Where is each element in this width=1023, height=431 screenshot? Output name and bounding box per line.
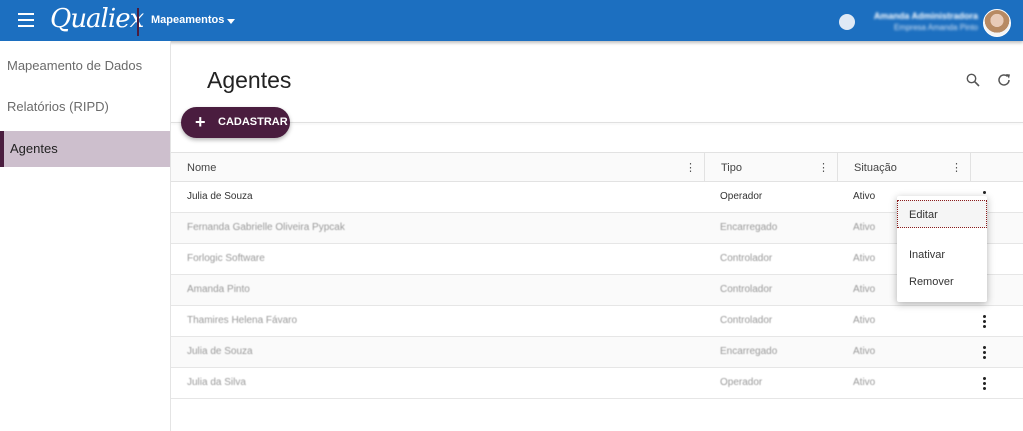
top-bar: Qualiex Mapeamentos Amanda Administrador… bbox=[0, 0, 1023, 41]
cell-status: Ativo bbox=[853, 377, 876, 388]
cell-type: Controlador bbox=[720, 253, 773, 264]
cell-type: Controlador bbox=[720, 315, 773, 326]
column-header-situacao[interactable]: Situação ⋮ bbox=[837, 152, 970, 182]
chevron-down-icon[interactable] bbox=[227, 19, 235, 24]
notification-icon[interactable] bbox=[839, 14, 855, 30]
sidebar-item-relatorios[interactable]: Relatórios (RIPD) bbox=[0, 89, 170, 125]
cell-type: Operador bbox=[720, 191, 763, 202]
table-row[interactable]: Forlogic Software Controlador Ativo bbox=[171, 244, 1023, 275]
cell-name: Forlogic Software bbox=[187, 253, 265, 264]
main-content: Agentes + CADASTRAR Nome ⋮ Tipo ⋮ Situaç… bbox=[171, 41, 1023, 431]
cell-name: Fernanda Gabrielle Oliveira Pypcak bbox=[187, 222, 345, 233]
avatar[interactable] bbox=[983, 9, 1011, 37]
cell-type: Operador bbox=[720, 377, 763, 388]
cell-status: Ativo bbox=[853, 346, 876, 357]
sidebar-item-agentes[interactable]: Agentes bbox=[0, 131, 170, 167]
app-logo[interactable]: Qualiex bbox=[50, 4, 144, 34]
cell-name: Thamires Helena Fávaro bbox=[187, 315, 298, 326]
menu-item-remover[interactable]: Remover bbox=[897, 268, 987, 296]
table-row[interactable]: Amanda Pinto Controlador Ativo bbox=[171, 275, 1023, 306]
table-row[interactable]: Julia de Souza Encarregado Ativo bbox=[171, 337, 1023, 368]
user-company: Empresa Amanda Pinto bbox=[893, 23, 978, 32]
table-row[interactable]: Julia de Souza Operador Ativo bbox=[171, 182, 1023, 213]
add-agent-button[interactable]: + CADASTRAR bbox=[181, 107, 290, 138]
divider bbox=[137, 8, 139, 36]
menu-item-inativar[interactable]: Inativar bbox=[897, 241, 987, 269]
column-header-actions bbox=[970, 152, 1023, 182]
menu-item-editar[interactable]: Editar bbox=[897, 200, 987, 228]
row-context-menu: Editar Inativar Remover bbox=[897, 196, 987, 302]
row-actions-icon[interactable] bbox=[983, 377, 987, 391]
header-divider bbox=[171, 122, 1023, 123]
column-label: Nome bbox=[187, 162, 217, 174]
refresh-icon[interactable] bbox=[997, 73, 1011, 87]
cell-status: Ativo bbox=[853, 315, 876, 326]
page-title: Agentes bbox=[207, 67, 292, 93]
cell-status: Ativo bbox=[853, 222, 876, 233]
table-row[interactable]: Thamires Helena Fávaro Controlador Ativo bbox=[171, 306, 1023, 337]
add-agent-label: CADASTRAR bbox=[218, 116, 288, 128]
column-menu-icon[interactable]: ⋮ bbox=[951, 153, 962, 183]
column-menu-icon[interactable]: ⋮ bbox=[685, 153, 696, 183]
table-row[interactable]: Fernanda Gabrielle Oliveira Pypcak Encar… bbox=[171, 213, 1023, 244]
row-actions-icon[interactable] bbox=[983, 346, 987, 360]
cell-name: Julia da Silva bbox=[187, 377, 246, 388]
plus-icon: + bbox=[195, 112, 206, 132]
cell-status: Ativo bbox=[853, 191, 876, 202]
row-actions-icon[interactable] bbox=[983, 315, 987, 329]
module-selector[interactable]: Mapeamentos bbox=[151, 14, 224, 26]
search-icon[interactable] bbox=[966, 73, 980, 87]
user-name[interactable]: Amanda Administradora bbox=[868, 11, 978, 21]
sidebar-item-mapeamento[interactable]: Mapeamento de Dados bbox=[0, 48, 170, 84]
cell-status: Ativo bbox=[853, 253, 876, 264]
cell-type: Encarregado bbox=[720, 222, 778, 233]
table-row[interactable]: Julia da Silva Operador Ativo bbox=[171, 368, 1023, 399]
cell-status: Ativo bbox=[853, 284, 876, 295]
cell-type: Controlador bbox=[720, 284, 773, 295]
sidebar: Mapeamento de Dados Relatórios (RIPD) Ag… bbox=[0, 41, 171, 431]
menu-icon[interactable] bbox=[18, 13, 34, 27]
column-header-tipo[interactable]: Tipo ⋮ bbox=[704, 152, 837, 182]
column-label: Situação bbox=[854, 162, 897, 174]
column-header-nome[interactable]: Nome ⋮ bbox=[171, 152, 704, 182]
column-label: Tipo bbox=[721, 162, 742, 174]
cell-name: Amanda Pinto bbox=[187, 284, 250, 295]
cell-name: Julia de Souza bbox=[187, 191, 253, 202]
cell-name: Julia de Souza bbox=[187, 346, 253, 357]
cell-type: Encarregado bbox=[720, 346, 778, 357]
column-menu-icon[interactable]: ⋮ bbox=[818, 153, 829, 183]
